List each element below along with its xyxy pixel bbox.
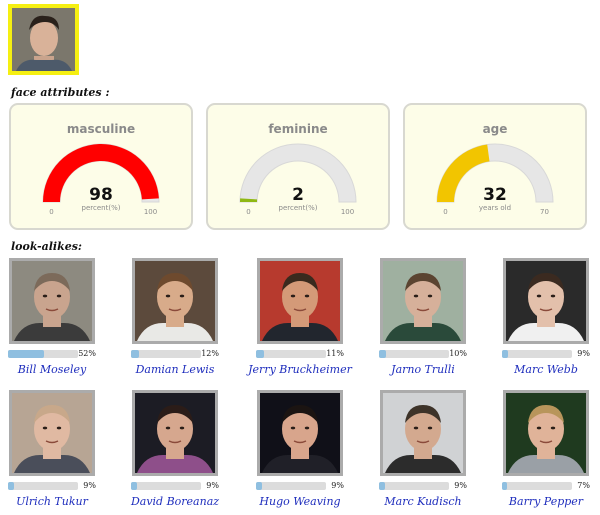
- lookalike-name-link[interactable]: Barry Pepper: [487, 495, 600, 508]
- face-attributes-heading: face attributes :: [11, 86, 110, 99]
- gauge-card-age: age 32 years old 0 70: [403, 103, 587, 230]
- lookalike-name-link[interactable]: Marc Webb: [487, 363, 600, 376]
- gauge-max-label: 100: [144, 208, 157, 216]
- similarity-percent: 9%: [454, 481, 467, 490]
- gauge-unit: percent(%): [279, 204, 318, 212]
- face-photo-icon: [506, 261, 586, 341]
- gauge-min-label: 0: [246, 208, 250, 216]
- lookalike-photo[interactable]: [257, 390, 343, 476]
- gauge-min-label: 0: [443, 208, 447, 216]
- face-photo-icon: [506, 393, 586, 473]
- similarity-bar-fill: [379, 350, 386, 358]
- gauge-chart: 98percent(%) 0 100: [42, 143, 160, 216]
- face-photo-icon: [12, 261, 92, 341]
- similarity-bar-fill: [256, 482, 262, 490]
- lookalike-name-link[interactable]: Hugo Weaving: [241, 495, 359, 508]
- face-photo-icon: [260, 261, 340, 341]
- face-photo-icon: [383, 261, 463, 341]
- gauge-card-feminine: feminine 2 percent(%) 0 100: [206, 103, 390, 230]
- lookalike-photo[interactable]: [380, 390, 466, 476]
- similarity-bar-fill: [502, 482, 507, 490]
- gauge-unit: percent(%): [82, 204, 121, 212]
- face-photo-icon: [12, 393, 92, 473]
- lookalike-name-link[interactable]: Bill Moseley: [0, 363, 111, 376]
- similarity-percent: 9%: [577, 349, 590, 358]
- lookalike-name-link[interactable]: David Boreanaz: [116, 495, 234, 508]
- similarity-percent: 52%: [78, 349, 96, 358]
- similarity-bar-fill: [8, 350, 44, 358]
- lookalike-photo[interactable]: [380, 258, 466, 344]
- lookalike-name-link[interactable]: Jarno Trulli: [364, 363, 482, 376]
- gauge-max-label: 100: [341, 208, 354, 216]
- gauge-card-masculine: masculine 98 percent(%) 0 100: [9, 103, 193, 230]
- face-photo-icon: [260, 393, 340, 473]
- lookalike-photo[interactable]: [9, 258, 95, 344]
- similarity-bar-fill: [8, 482, 14, 490]
- lookalike-name-link[interactable]: Marc Kudisch: [364, 495, 482, 508]
- gauge-max-label: 70: [540, 208, 549, 216]
- similarity-percent: 12%: [201, 349, 219, 358]
- lookalike-name-link[interactable]: Damian Lewis: [116, 363, 234, 376]
- gauge-chart: 2percent(%) 0 100: [239, 143, 357, 216]
- lookalike-photo[interactable]: [503, 390, 589, 476]
- similarity-bar-fill: [379, 482, 385, 490]
- gauge-value: 32: [483, 185, 507, 205]
- lookalike-photo[interactable]: [132, 258, 218, 344]
- face-photo-icon: [383, 393, 463, 473]
- similarity-bar-fill: [256, 350, 264, 358]
- main-face-photo: [8, 4, 79, 75]
- gauge-chart: 32years old 0 70: [436, 143, 554, 216]
- gauge-value: 98: [89, 185, 113, 205]
- similarity-percent: 10%: [449, 349, 467, 358]
- gauge-unit: years old: [479, 204, 511, 212]
- similarity-percent: 11%: [326, 349, 344, 358]
- lookalike-photo[interactable]: [9, 390, 95, 476]
- lookalike-photo[interactable]: [132, 390, 218, 476]
- face-photo-icon: [135, 261, 215, 341]
- face-photo-icon: [12, 8, 75, 71]
- gauge-min-label: 0: [49, 208, 53, 216]
- face-photo-icon: [135, 393, 215, 473]
- lookalike-name-link[interactable]: Ulrich Tukur: [0, 495, 111, 508]
- similarity-percent: 7%: [577, 481, 590, 490]
- lookalike-photo[interactable]: [257, 258, 343, 344]
- look-alikes-heading: look-alikes:: [11, 240, 82, 253]
- similarity-bar-fill: [131, 350, 139, 358]
- similarity-percent: 9%: [331, 481, 344, 490]
- lookalike-photo[interactable]: [503, 258, 589, 344]
- lookalike-name-link[interactable]: Jerry Bruckheimer: [241, 363, 359, 376]
- similarity-percent: 9%: [206, 481, 219, 490]
- similarity-percent: 9%: [83, 481, 96, 490]
- gauge-value: 2: [292, 185, 304, 205]
- similarity-bar-fill: [502, 350, 508, 358]
- similarity-bar-fill: [131, 482, 137, 490]
